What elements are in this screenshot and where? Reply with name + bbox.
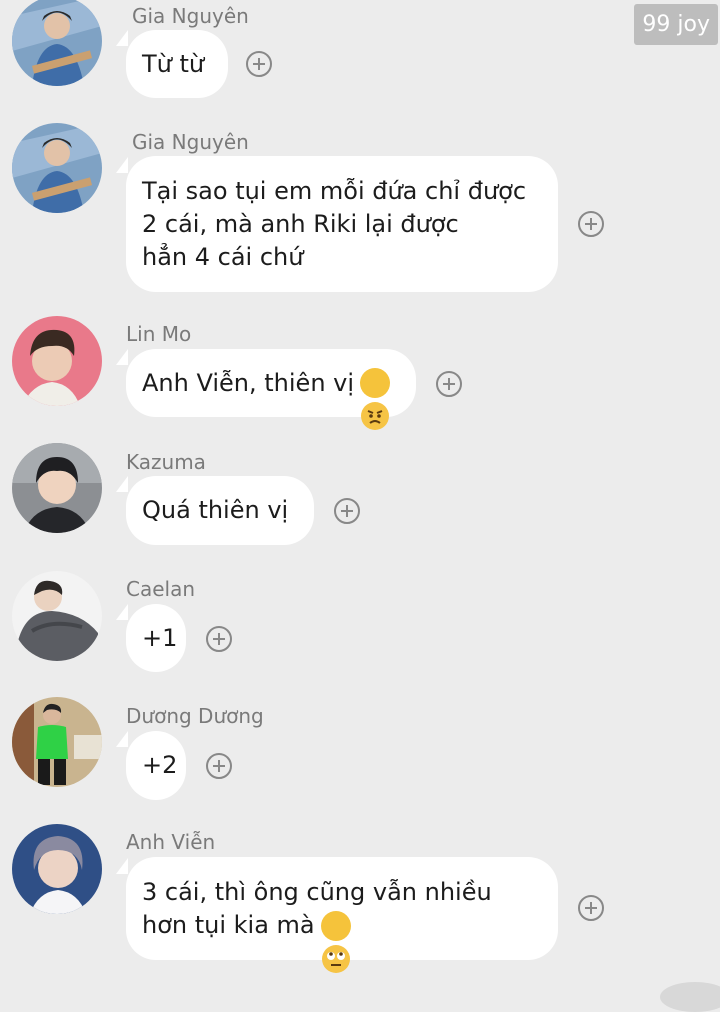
add-reaction-icon[interactable] [206,626,232,652]
sender-name: Caelan [126,577,196,601]
message-text: +2 [142,751,178,779]
avatar-image-icon [12,571,102,661]
message-text: Quá thiên vị [142,496,289,524]
sender-name: Lin Mo [126,322,192,346]
avatar-image-icon [12,316,102,406]
bubble-tail [116,858,128,874]
avatar-image-icon [12,443,102,533]
avatar[interactable] [12,697,102,787]
avatar[interactable] [12,316,102,406]
bubble-tail [116,30,128,46]
avatar-image-icon [12,123,102,213]
message-text: Từ từ [142,49,205,78]
avatar[interactable] [12,571,102,661]
bubble-tail [116,349,128,365]
add-reaction-icon[interactable] [578,895,604,921]
avatar-image-icon [12,824,102,914]
sender-name: Anh Viễn [126,830,216,854]
sender-name: Kazuma [126,450,206,474]
message-bubble[interactable]: +2 [126,731,186,800]
next-avatar-partial [660,982,720,1012]
add-reaction-icon[interactable] [578,211,604,237]
add-reaction-icon[interactable] [246,51,272,77]
add-reaction-icon[interactable] [436,371,462,397]
message-bubble[interactable]: Từ từ [126,30,228,98]
message-text-body: 3 cái, thì ông cũng vẫn nhiều hơn tụi ki… [142,877,492,939]
message-text: 3 cái, thì ông cũng vẫn nhiều hơn tụi ki… [142,876,492,973]
message-text: +1 [142,623,178,652]
add-reaction-icon[interactable] [334,498,360,524]
bubble-tail [116,731,128,747]
bubble-tail [116,157,128,173]
avatar-image-icon [12,0,102,86]
message-bubble[interactable]: +1 [126,604,186,672]
message-bubble[interactable]: 3 cái, thì ông cũng vẫn nhiều hơn tụi ki… [126,857,558,973]
message-bubble[interactable]: Quá thiên vị [126,476,314,545]
sender-name: Gia Nguyên [132,4,249,28]
bubble-tail [116,604,128,620]
message-text: Anh Viễn, thiên vị [142,368,355,397]
sender-name: Gia Nguyên [132,130,249,154]
angry-face-icon [360,368,391,430]
add-reaction-icon[interactable] [206,753,232,779]
avatar[interactable] [12,123,102,213]
avatar[interactable] [12,824,102,914]
message-text: Tại sao tụi em mỗi đứa chỉ được 2 cái, m… [142,176,527,271]
message-bubble[interactable]: Anh Viễn, thiên vị [126,349,416,430]
watermark-label: 99 joy [634,4,718,45]
bubble-tail [116,476,128,492]
sender-name: Dương Dương [126,704,264,728]
avatar[interactable] [12,443,102,533]
message-bubble[interactable]: Tại sao tụi em mỗi đứa chỉ được 2 cái, m… [126,156,558,292]
eye-roll-face-icon [320,910,351,973]
avatar-image-icon [12,697,102,787]
avatar[interactable] [12,0,102,86]
